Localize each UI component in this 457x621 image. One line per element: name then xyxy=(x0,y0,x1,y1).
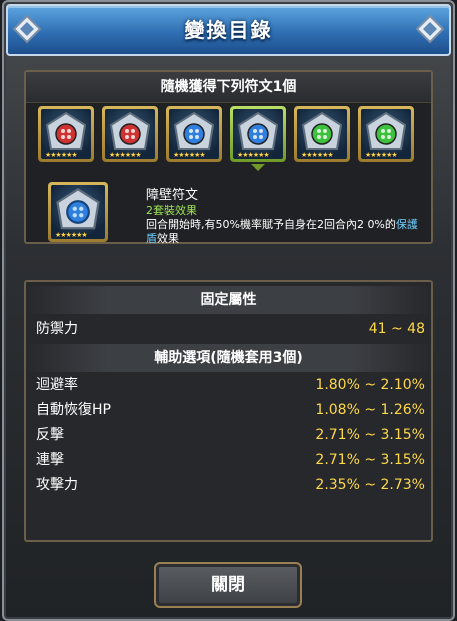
description-suffix: 效果 xyxy=(157,232,179,245)
rune-description: 回合開始時,有50%機率賦予自身在2回合內2 0%的保護盾效果 xyxy=(146,218,422,246)
rune-slot[interactable]: ★★★★★★ xyxy=(38,106,94,162)
rune-row: ★★★★★★ ★★★★★★ ★★★★★★ ★★★★★★ ★★★★★★ ★★★★★★ xyxy=(38,106,423,172)
rune-slot[interactable]: ★★★★★★ xyxy=(166,106,222,162)
rune-slot[interactable]: ★★★★★★ xyxy=(358,106,414,162)
rune-detail: ★★★★★★ 障壁符文 2套裝效果 回合開始時,有50%機率賦予自身在2回合內2… xyxy=(36,182,422,245)
stat-value: 2.71% ~ 3.15% xyxy=(315,427,425,443)
stat-label: 防禦力 xyxy=(36,321,78,337)
stat-row: 迴避率 1.80% ~ 2.10% xyxy=(36,374,425,396)
rune-list-panel: 隨機獲得下列符文1個 ★★★★★★ ★★★★★★ ★★★★★★ ★★★★★★ ★★★★★… xyxy=(24,70,433,245)
stats-panel: 固定屬性 防禦力 41 ~ 48 輔助選項(隨機套用3個) 迴避率 1.80% … xyxy=(24,280,433,542)
rune-slot[interactable]: ★★★★★★ xyxy=(294,106,350,162)
selected-rune-icon: ★★★★★★ xyxy=(48,182,108,242)
aux-options-header: 輔助選項(隨機套用3個) xyxy=(26,344,431,372)
stat-label: 攻擊力 xyxy=(36,477,78,493)
stat-row: 連擊 2.71% ~ 3.15% xyxy=(36,449,425,471)
stat-row: 反擊 2.71% ~ 3.15% xyxy=(36,424,425,446)
star-rating: ★★★★★★ xyxy=(365,151,398,159)
star-rating: ★★★★★★ xyxy=(55,231,88,239)
stat-value: 2.35% ~ 2.73% xyxy=(315,477,425,493)
star-rating: ★★★★★★ xyxy=(173,151,206,159)
stat-label: 反擊 xyxy=(36,427,64,443)
rune-slot[interactable]: ★★★★★★ xyxy=(102,106,158,162)
window-title: 變換目錄 xyxy=(184,18,273,42)
stat-value: 41 ~ 48 xyxy=(368,321,425,337)
stat-value: 1.80% ~ 2.10% xyxy=(315,377,425,393)
rune-name: 障壁符文 xyxy=(146,188,199,203)
rune-slot[interactable]: ★★★★★★ xyxy=(230,106,286,162)
set-effect-label: 2套裝效果 xyxy=(146,204,197,217)
stat-value: 2.71% ~ 3.15% xyxy=(315,452,425,468)
star-rating: ★★★★★★ xyxy=(109,151,142,159)
stat-label: 連擊 xyxy=(36,452,64,468)
close-button[interactable]: 關閉 xyxy=(154,562,302,608)
fixed-stats-header: 固定屬性 xyxy=(26,286,431,314)
stat-row: 攻擊力 2.35% ~ 2.73% xyxy=(36,474,425,496)
stat-value: 1.08% ~ 1.26% xyxy=(315,402,425,418)
stat-label: 自動恢復HP xyxy=(36,402,111,418)
stat-label: 迴避率 xyxy=(36,377,78,393)
stat-row: 自動恢復HP 1.08% ~ 1.26% xyxy=(36,399,425,421)
rune-list-header: 隨機獲得下列符文1個 xyxy=(26,72,431,103)
corner-ornament-icon xyxy=(415,14,445,44)
star-rating: ★★★★★★ xyxy=(301,151,334,159)
selection-pointer-icon xyxy=(251,164,265,171)
description-text: 回合開始時,有50%機率賦予自身在2回合內2 0%的 xyxy=(146,218,396,231)
stat-row-defense: 防禦力 41 ~ 48 xyxy=(36,318,425,340)
title-bar: 變換目錄 xyxy=(6,4,451,56)
star-rating: ★★★★★★ xyxy=(237,151,270,159)
star-rating: ★★★★★★ xyxy=(45,151,78,159)
